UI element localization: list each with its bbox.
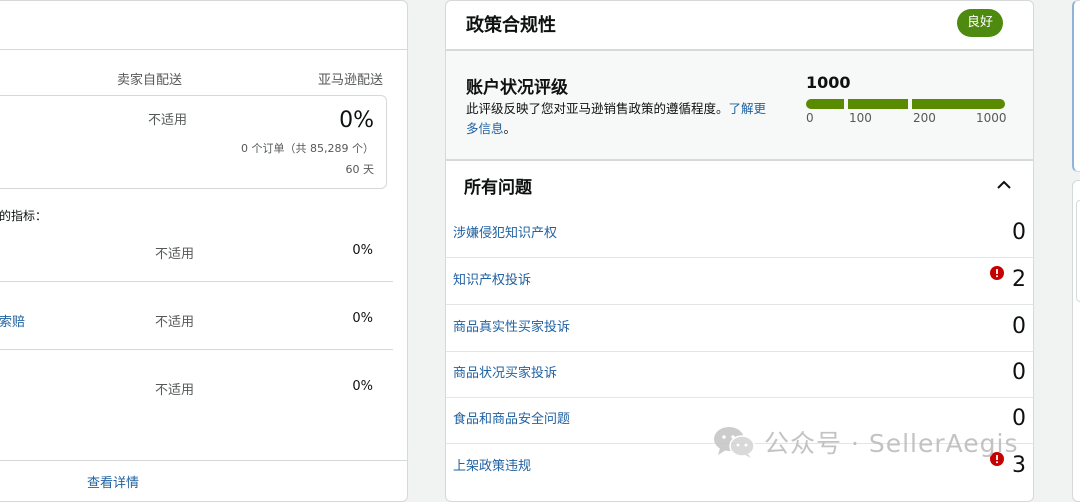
alert-icon	[990, 266, 1004, 280]
issue-count: 2	[1012, 267, 1026, 292]
rating-description: 此评级反映了您对亚马逊销售政策的遵循程度。了解更多信息。	[466, 99, 776, 139]
rating-description-end: 。	[503, 121, 517, 136]
metric-row-seller-value: 不适用	[155, 383, 195, 398]
wechat-icon	[714, 427, 755, 458]
metric-row: 不适用 0%	[0, 349, 393, 417]
metric-summary-box: 不适用 0% 0 个订单（共 85,289 个） 60 天	[0, 95, 387, 189]
issue-link[interactable]: 食品和商品安全问题	[453, 408, 570, 427]
issue-count: 0	[1012, 220, 1026, 245]
rating-bar-segment	[806, 99, 844, 109]
rating-tick-label: 0	[806, 111, 814, 125]
rating-tick-label: 200	[913, 111, 936, 125]
metric-row: 不适用 0%	[0, 213, 393, 282]
rating-title: 账户状况评级	[466, 78, 568, 98]
metric-row-amazon-value: 0%	[352, 379, 373, 394]
issue-count: 0	[1012, 360, 1026, 385]
rating-bar-segment	[848, 99, 908, 109]
rating-bar-segment	[912, 99, 1005, 109]
metric-row: 索赔 不适用 0%	[0, 281, 393, 350]
policy-card-title: 政策合规性	[466, 15, 556, 36]
adjacent-card-edge	[1072, 0, 1080, 172]
watermark-text: 公众号 · SellerAegis	[764, 429, 1019, 458]
card-header-divider	[0, 49, 407, 50]
issue-count: 0	[1012, 314, 1026, 339]
issue-link[interactable]: 上架政策违规	[453, 455, 531, 474]
time-window-text: 60 天	[345, 163, 375, 176]
issue-link[interactable]: 商品状况买家投诉	[453, 362, 557, 381]
account-health-rating-panel: 账户状况评级 此评级反映了您对亚马逊销售政策的遵循程度。了解更多信息。 1000…	[446, 51, 1033, 161]
rating-tick-label: 1000	[976, 111, 1007, 125]
metric-row-seller-value: 不适用	[155, 247, 195, 262]
issue-row: 商品真实性买家投诉 0	[446, 305, 1033, 352]
amazon-metric-value: 0%	[339, 108, 374, 133]
metric-row-name[interactable]: 索赔	[0, 311, 25, 330]
chevron-up-icon[interactable]	[996, 177, 1012, 193]
customer-service-performance-card: 卖家自配送 亚马逊配送 不适用 0% 0 个订单（共 85,289 个） 60 …	[0, 0, 408, 502]
rating-tick-label: 100	[849, 111, 872, 125]
issue-link[interactable]: 知识产权投诉	[453, 269, 531, 288]
all-issues-heading: 所有问题	[464, 178, 532, 198]
metric-row-amazon-value: 0%	[352, 243, 373, 258]
issue-link[interactable]: 商品真实性买家投诉	[453, 316, 570, 335]
view-details-link[interactable]: 查看详情	[87, 472, 139, 491]
adjacent-card-inner-edge	[1076, 200, 1080, 302]
status-badge: 良好	[956, 9, 1003, 37]
seller-metric-value: 不适用	[148, 113, 188, 128]
rating-score: 1000	[806, 73, 851, 92]
order-count-text: 0 个订单（共 85,289 个）	[241, 142, 374, 155]
metric-row-amazon-value: 0%	[352, 311, 373, 326]
rating-description-text: 此评级反映了您对亚马逊销售政策的遵循程度。	[466, 101, 729, 116]
issue-link[interactable]: 涉嫌侵犯知识产权	[453, 222, 557, 241]
card-footer-divider	[0, 460, 407, 461]
issue-row: 涉嫌侵犯知识产权 0	[446, 211, 1033, 258]
policy-card-header: 政策合规性 良好	[446, 1, 1033, 51]
column-header-amazon-fulfilled: 亚马逊配送	[318, 73, 384, 88]
watermark: 公众号 · SellerAegis	[712, 424, 1019, 460]
issue-row: 商品状况买家投诉 0	[446, 351, 1033, 398]
column-header-seller-fulfilled: 卖家自配送	[117, 73, 183, 88]
metric-row-seller-value: 不适用	[155, 315, 195, 330]
issue-row: 知识产权投诉 2	[446, 258, 1033, 305]
